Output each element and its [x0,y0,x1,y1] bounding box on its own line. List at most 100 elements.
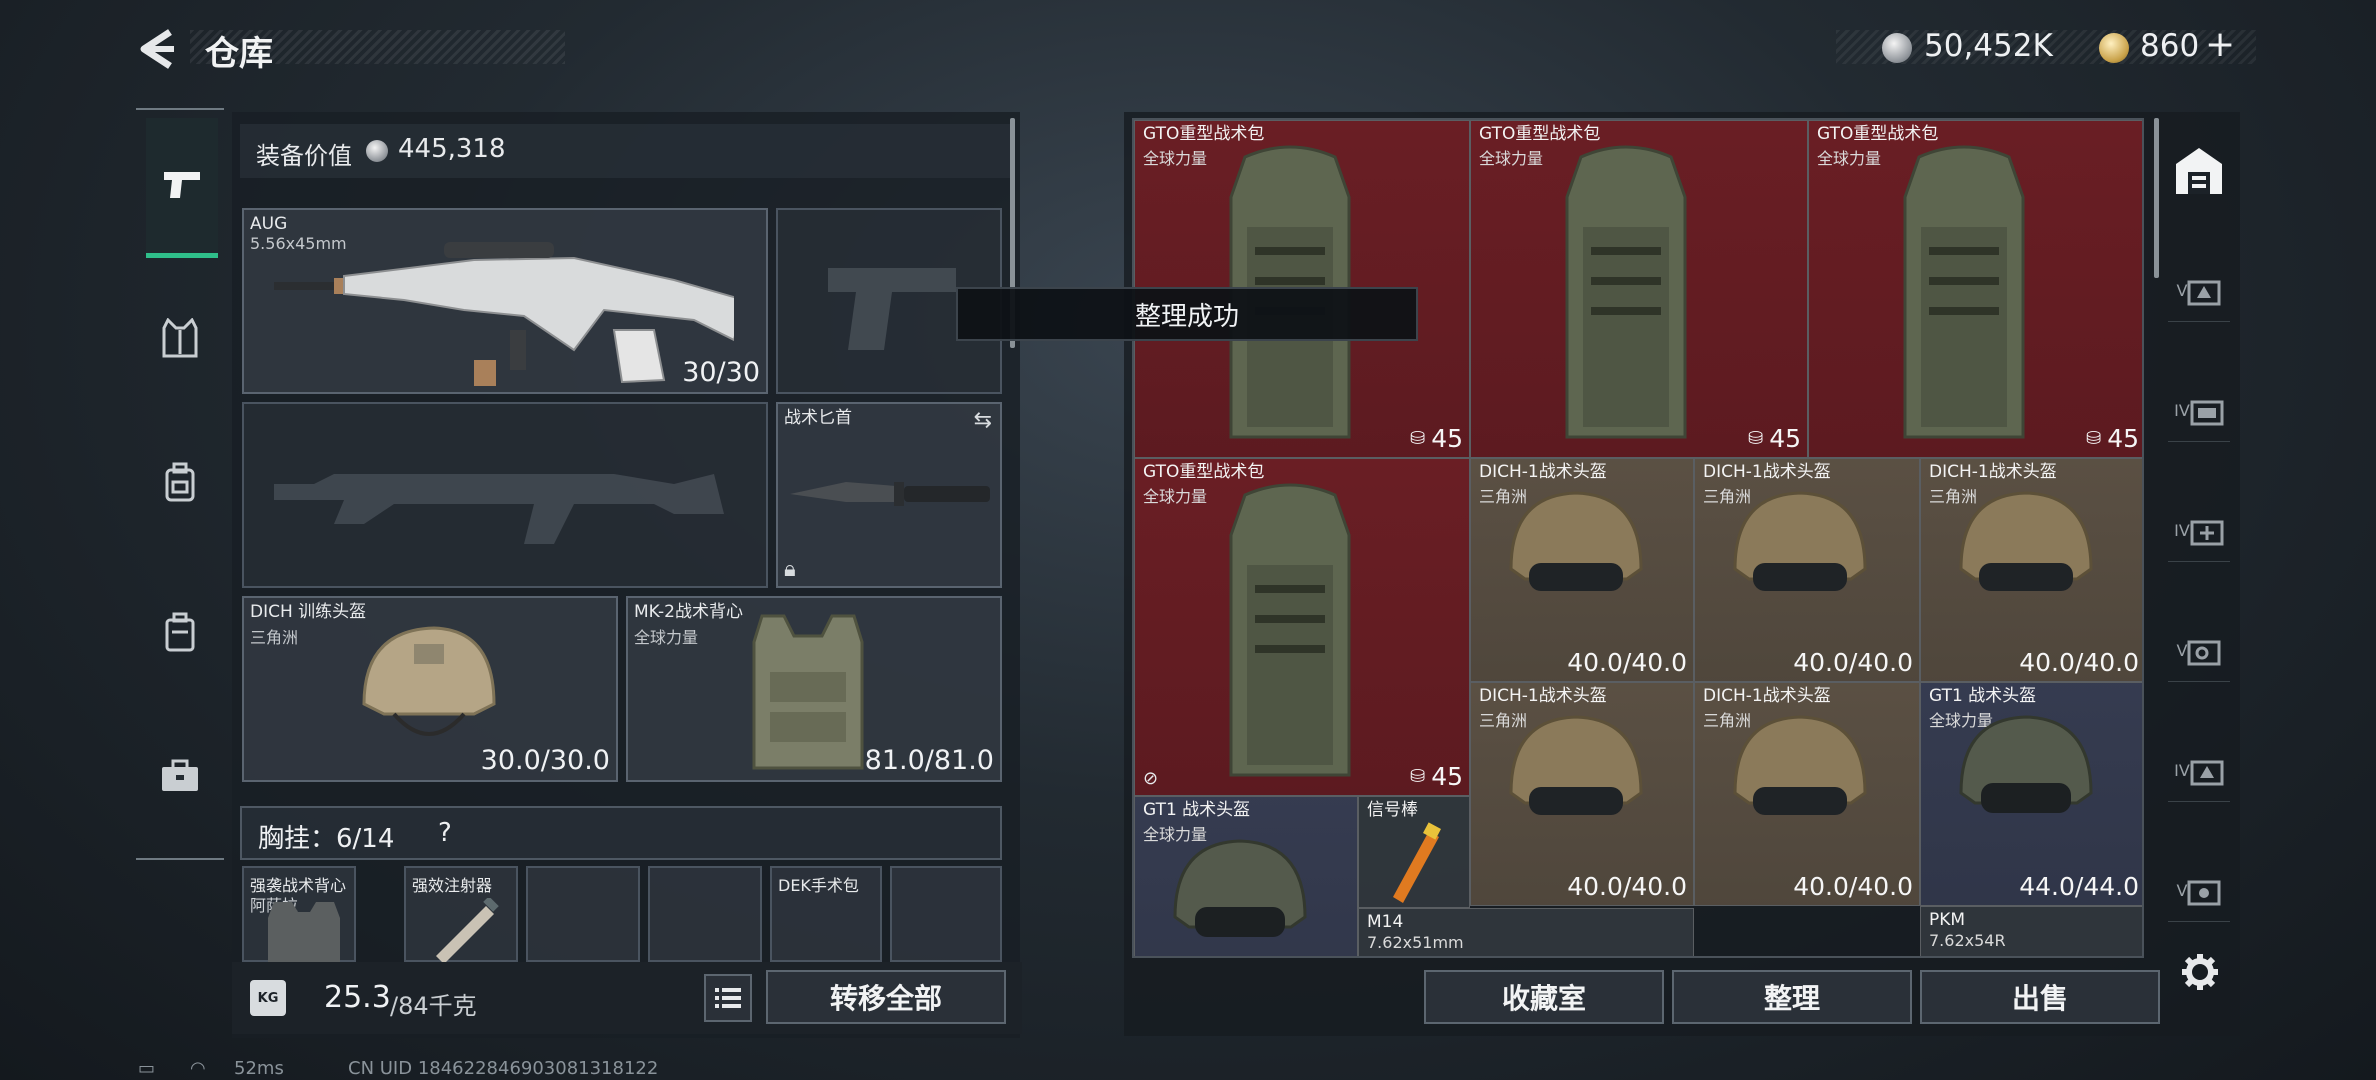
melee-name: 战术匕首 [784,408,852,428]
storage-add-icon [2190,520,2224,545]
equipment-value-row [240,124,1010,178]
grid-item[interactable]: DICH-1战术头盔 三角洲 40.0/40.0 [1470,458,1694,682]
backpack-icon [1903,145,2025,439]
grid-item[interactable]: GTO重型战术包 全球力量 ⊘ ⛁ 45 [1134,458,1470,796]
item-caliber: 7.62x51mm [1367,933,1464,952]
grid-item[interactable]: GTO重型战术包 全球力量 ⛁ 45 [1470,120,1808,458]
rig-slot[interactable]: DEK手术包 [770,866,882,962]
item-durability: 40.0/40.0 [1567,648,1687,677]
grid-item[interactable]: GT1 战术头盔 全球力量 44.0/44.0 [1920,682,2142,906]
rig-slot[interactable]: 强袭战术背心 阿萨拉 [242,866,356,962]
case-icon [165,612,195,652]
silver-coin-icon [366,140,388,162]
rig-slot[interactable]: 强效注射器 [404,866,518,962]
sell-button[interactable]: 出售 [1920,970,2160,1024]
nav-tab-weapons[interactable] [146,118,218,258]
silver-coin-icon [1882,33,1912,63]
lock-icon: 🔒︎ [784,557,796,582]
item-capacity: ⛁ 45 [1410,424,1463,453]
help-icon[interactable]: ? [438,818,452,848]
armor-slot[interactable]: MK-2战术背心 全球力量 81.0/81.0 [626,596,1002,782]
melee-slot[interactable]: 战术匕首 ⇆ 🔒︎ [776,402,1002,588]
swap-icon[interactable]: ⇆ [974,408,992,433]
page-title: 仓库 [205,34,273,74]
add-gold-button[interactable]: + [2205,24,2235,65]
storage-tab[interactable]: IV [2168,740,2230,802]
helmet-icon [1173,839,1307,937]
helmet-icon [1959,715,2093,813]
secondary-weapon-slot[interactable] [242,402,768,588]
armor-brand: 全球力量 [634,628,699,647]
helmet-durability: 30.0/30.0 [480,745,610,776]
storage-tab[interactable]: IV [2168,380,2230,442]
item-name: PKM [1929,910,1966,930]
warehouse-icon [2176,148,2222,194]
grid-item[interactable]: DICH-1战术头盔 三角洲 40.0/40.0 [1694,458,1920,682]
gold-coin-icon [2099,33,2129,63]
rig-slot[interactable] [526,866,640,962]
weight-icon: ⛁ [2086,428,2102,449]
settings-button[interactable] [2180,952,2220,992]
helmet-icon [1733,715,1867,815]
back-button[interactable] [136,26,178,72]
helmet-icon [362,626,496,736]
helmet-icon [1509,715,1643,815]
pistol-icon [156,158,208,210]
sort-button[interactable]: 整理 [1672,970,1912,1024]
equipment-value-label: 装备价值 [256,142,352,170]
vest-icon [268,902,340,962]
gold-amount: 860 [2140,28,2200,64]
toast-message: 整理成功 [956,287,1418,341]
current-weight: 25.3 [324,980,391,1015]
collection-room-button[interactable]: 收藏室 [1424,970,1664,1024]
storage-box-icon [2187,880,2221,905]
knife-icon [790,482,990,506]
helmet-icon [1509,491,1643,591]
item-durability: 40.0/40.0 [2019,648,2139,677]
grid-item[interactable]: DICH-1战术头盔 三角洲 40.0/40.0 [1694,682,1920,906]
nav-tab-toolbox[interactable] [144,740,216,812]
chest-rig-row[interactable]: 胸挂：6/14 ? [240,806,1002,860]
helmet-brand: 三角洲 [250,628,299,647]
storage-tab[interactable]: V [2168,860,2230,922]
grid-item[interactable]: GT1 战术头盔 全球力量 [1134,796,1358,956]
storage-search-icon [2187,640,2221,665]
flare-icon [1393,822,1441,903]
silver-amount: 50,452K [1924,28,2053,64]
helmet-icon [1959,491,2093,591]
rig-slot[interactable] [648,866,762,962]
nav-tab-container[interactable] [144,596,216,668]
aug-rifle-icon [274,242,734,386]
storage-tab[interactable]: V [2168,620,2230,682]
grid-item[interactable]: M14 7.62x51mm [1358,908,1694,956]
pistol-silhouette-icon [828,268,956,350]
nav-tab-backpack[interactable] [144,446,216,518]
grid-item[interactable]: 信号棒 [1358,796,1470,908]
helmet-name: DICH 训练头盔 [250,602,367,622]
primary-weapon-slot[interactable]: AUG 5.56x45mm 30/30 [242,208,768,394]
list-view-button[interactable] [704,974,752,1022]
weight-icon: ⛁ [1410,428,1426,449]
grid-item[interactable]: GTO重型战术包 全球力量 ⛁ 45 [1808,120,2142,458]
storage-tab[interactable]: IV [2168,500,2230,562]
grid-item[interactable]: DICH-1战术头盔 三角洲 40.0/40.0 [1920,458,2142,682]
weapon-ammo: 30/30 [682,357,760,388]
warehouse-home-tab[interactable] [2168,140,2230,202]
rig-slot[interactable] [890,866,1002,962]
item-capacity: ⛁ 45 [1748,424,1801,453]
helmet-slot[interactable]: DICH 训练头盔 三角洲 30.0/30.0 [242,596,618,782]
ping: 52ms [234,1058,284,1079]
nav-tab-armor[interactable] [144,302,216,374]
grid-item[interactable]: DICH-1战术头盔 三角洲 40.0/40.0 [1470,682,1694,906]
item-caliber: 7.62x54R [1929,931,2006,950]
weight-icon: KG [250,980,286,1016]
item-name: GT1 战术头盔 [1143,800,1251,820]
storage-tab[interactable]: V [2168,260,2230,322]
item-capacity: ⛁ 45 [2086,424,2139,453]
storage-grid: GTO重型战术包 全球力量 ⛁ 45 GTO重型战术包 全球力量 ⛁ 45 GTO重… [1132,118,2144,958]
rig-slot-name: DEK手术包 [778,876,859,895]
storage-scrollbar[interactable] [2154,118,2159,278]
transfer-all-button[interactable]: 转移全部 [766,970,1006,1024]
item-durability: 40.0/40.0 [1567,872,1687,901]
grid-item[interactable]: PKM 7.62x54R [1920,906,2142,956]
